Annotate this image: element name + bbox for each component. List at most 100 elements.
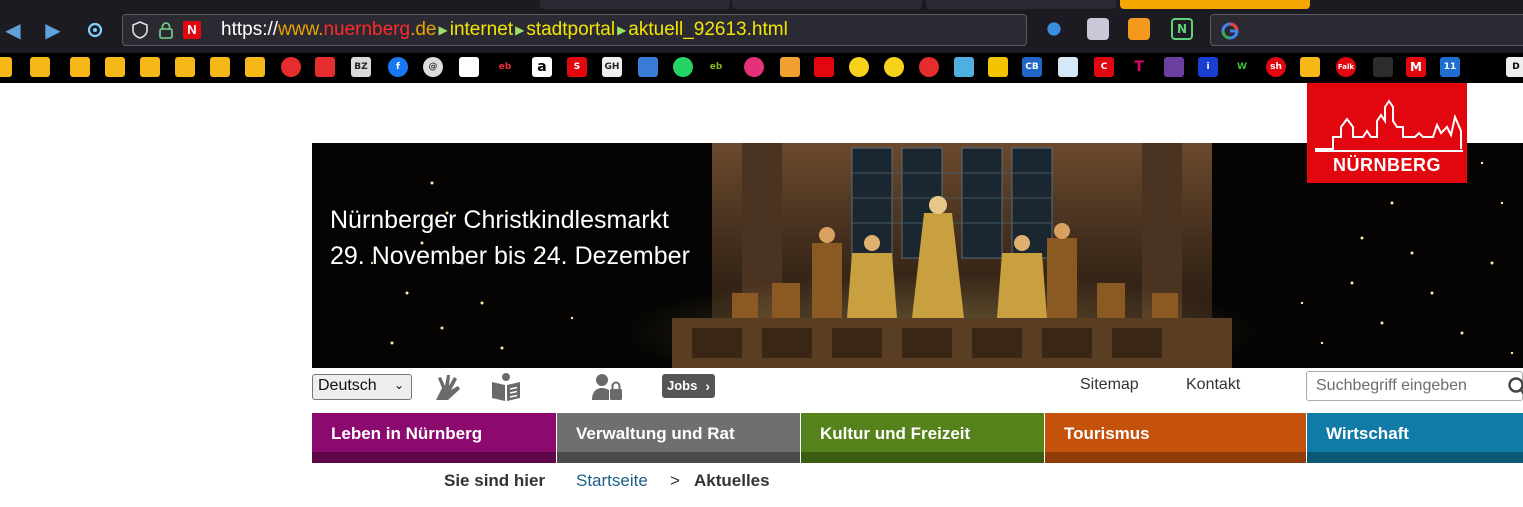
browser-tab[interactable]	[540, 0, 730, 9]
nav-label: Kultur und Freizeit	[820, 424, 971, 443]
gh-icon[interactable]: GH	[602, 57, 622, 77]
sitemap-link[interactable]: Sitemap	[1080, 376, 1139, 394]
nav-accent-bar	[312, 452, 556, 463]
monitor-icon[interactable]	[638, 57, 658, 77]
login-lock-icon[interactable]	[591, 372, 623, 402]
m-icon[interactable]: M	[1406, 57, 1426, 77]
bz-icon[interactable]: BZ	[351, 57, 371, 77]
folder-icon[interactable]	[1300, 57, 1320, 77]
search-icon[interactable]	[1507, 376, 1523, 398]
hero-title: Nürnberger Christkindlesmarkt	[330, 206, 670, 234]
lock-icon[interactable]	[157, 21, 175, 39]
pen-icon[interactable]	[1373, 57, 1393, 77]
nav-kultur-und-freizeit[interactable]: Kultur und Freizeit	[801, 413, 1044, 463]
facebook-icon[interactable]: f	[388, 57, 408, 77]
dots-icon[interactable]	[1474, 57, 1494, 77]
breadcrumb-home-link[interactable]: Startseite	[576, 471, 648, 491]
telekom-icon[interactable]: T	[1129, 57, 1149, 77]
extension-icon[interactable]	[1043, 18, 1065, 40]
site-search[interactable]	[1306, 371, 1523, 401]
c-icon[interactable]: C	[1094, 57, 1114, 77]
back-icon[interactable]: ◀	[0, 17, 26, 43]
language-select[interactable]: Deutsch ⌄	[312, 374, 412, 400]
breadcrumb-current: Aktuelles	[694, 471, 770, 490]
url-text[interactable]: https://www.nuernberg.de ▶ internet ▶ stadtp…	[221, 19, 788, 41]
nav-wirtschaft[interactable]: Wirtschaft	[1307, 413, 1523, 463]
browser-tab[interactable]	[732, 0, 922, 9]
amazon-icon[interactable]: a	[532, 57, 552, 77]
sign-language-icon[interactable]	[432, 372, 464, 402]
d-icon[interactable]: D	[1506, 57, 1523, 77]
folder-icon[interactable]	[70, 57, 90, 77]
extension-icon[interactable]	[1128, 18, 1150, 40]
sparkasse-icon[interactable]: S	[567, 57, 587, 77]
bookmark-icon[interactable]	[988, 57, 1008, 77]
shield-icon[interactable]	[131, 21, 149, 39]
skyline-icon	[1315, 99, 1463, 152]
cb-icon[interactable]: CB	[1022, 57, 1042, 77]
language-value: Deutsch	[318, 377, 377, 394]
search-input[interactable]	[1316, 377, 1501, 395]
nav-accent-bar	[1045, 452, 1306, 463]
easy-language-icon[interactable]	[490, 372, 522, 402]
folder-icon[interactable]	[0, 57, 12, 77]
folder-icon[interactable]	[140, 57, 160, 77]
falk-icon[interactable]: Falk	[1336, 57, 1356, 77]
ebay-icon[interactable]: eb	[706, 57, 726, 77]
browser-toolbar: ◀ ▶ N https://www.nuernberg.de ▶ internet ▶…	[0, 9, 1523, 53]
nav-label: Verwaltung und Rat	[576, 424, 735, 443]
bookmark-icon[interactable]	[1164, 57, 1184, 77]
eleven-icon[interactable]: 11	[1440, 57, 1460, 77]
at-icon[interactable]: @	[423, 57, 443, 77]
bookmarks-bar: BZ f @ eb a S GH eb CB C T i W sh Falk M…	[0, 53, 1523, 83]
smiley-icon[interactable]	[884, 57, 904, 77]
nav-verwaltung-und-rat[interactable]: Verwaltung und Rat	[557, 413, 800, 463]
w-icon[interactable]: W	[1232, 57, 1252, 77]
main-navigation: Leben in Nürnberg Verwaltung und Rat Kul…	[312, 413, 1523, 463]
google-icon	[1221, 22, 1239, 40]
folder-icon[interactable]	[105, 57, 125, 77]
bookmark-icon[interactable]	[814, 57, 834, 77]
browser-search-bar[interactable]	[1210, 14, 1523, 46]
nav-leben-in-nuernberg[interactable]: Leben in Nürnberg	[312, 413, 556, 463]
folder-icon[interactable]	[245, 57, 265, 77]
address-bar[interactable]: N https://www.nuernberg.de ▶ internet ▶ stad…	[122, 14, 1027, 46]
chevron-down-icon: ⌄	[393, 378, 404, 392]
forward-icon[interactable]: ▶	[40, 17, 66, 43]
ebay-icon[interactable]: eb	[495, 57, 515, 77]
extension-icon[interactable]: N	[1171, 18, 1193, 40]
smiley-icon[interactable]	[849, 57, 869, 77]
flame-icon[interactable]	[281, 57, 301, 77]
nav-label: Tourismus	[1064, 424, 1150, 443]
jobs-label: Jobs	[667, 378, 698, 393]
bookmark-icon[interactable]	[1058, 57, 1078, 77]
info-icon[interactable]: i	[1198, 57, 1218, 77]
sh-icon[interactable]: sh	[1266, 57, 1286, 77]
service-toolbar: Deutsch ⌄ Jobs › Sitemap Kontakt	[312, 370, 1523, 410]
flame-icon[interactable]	[919, 57, 939, 77]
browser-tab[interactable]	[926, 0, 1116, 9]
beach-icon[interactable]	[954, 57, 974, 77]
tab-strip	[0, 0, 1523, 9]
kontakt-link[interactable]: Kontakt	[1186, 376, 1240, 394]
nav-accent-bar	[557, 452, 800, 463]
folder-icon[interactable]	[30, 57, 50, 77]
folder-icon[interactable]	[210, 57, 230, 77]
bookmark-icon[interactable]	[780, 57, 800, 77]
nuernberg-logo[interactable]: NÜRNBERG	[1307, 83, 1467, 183]
browser-tab-active[interactable]	[1120, 0, 1310, 9]
nav-accent-bar	[1307, 452, 1523, 463]
breadcrumb-label: Sie sind hier	[444, 471, 546, 490]
site-favicon: N	[183, 21, 201, 39]
nav-accent-bar	[801, 452, 1044, 463]
nav-label: Leben in Nürnberg	[331, 424, 483, 443]
cloud-icon[interactable]	[744, 57, 764, 77]
news-icon[interactable]	[459, 57, 479, 77]
folder-icon[interactable]	[175, 57, 195, 77]
extension-icon[interactable]	[1087, 18, 1109, 40]
nav-tourismus[interactable]: Tourismus	[1045, 413, 1306, 463]
reload-icon[interactable]	[82, 17, 108, 43]
jobs-button[interactable]: Jobs ›	[662, 374, 715, 398]
whatsapp-icon[interactable]	[673, 57, 693, 77]
youtube-icon[interactable]	[315, 57, 335, 77]
